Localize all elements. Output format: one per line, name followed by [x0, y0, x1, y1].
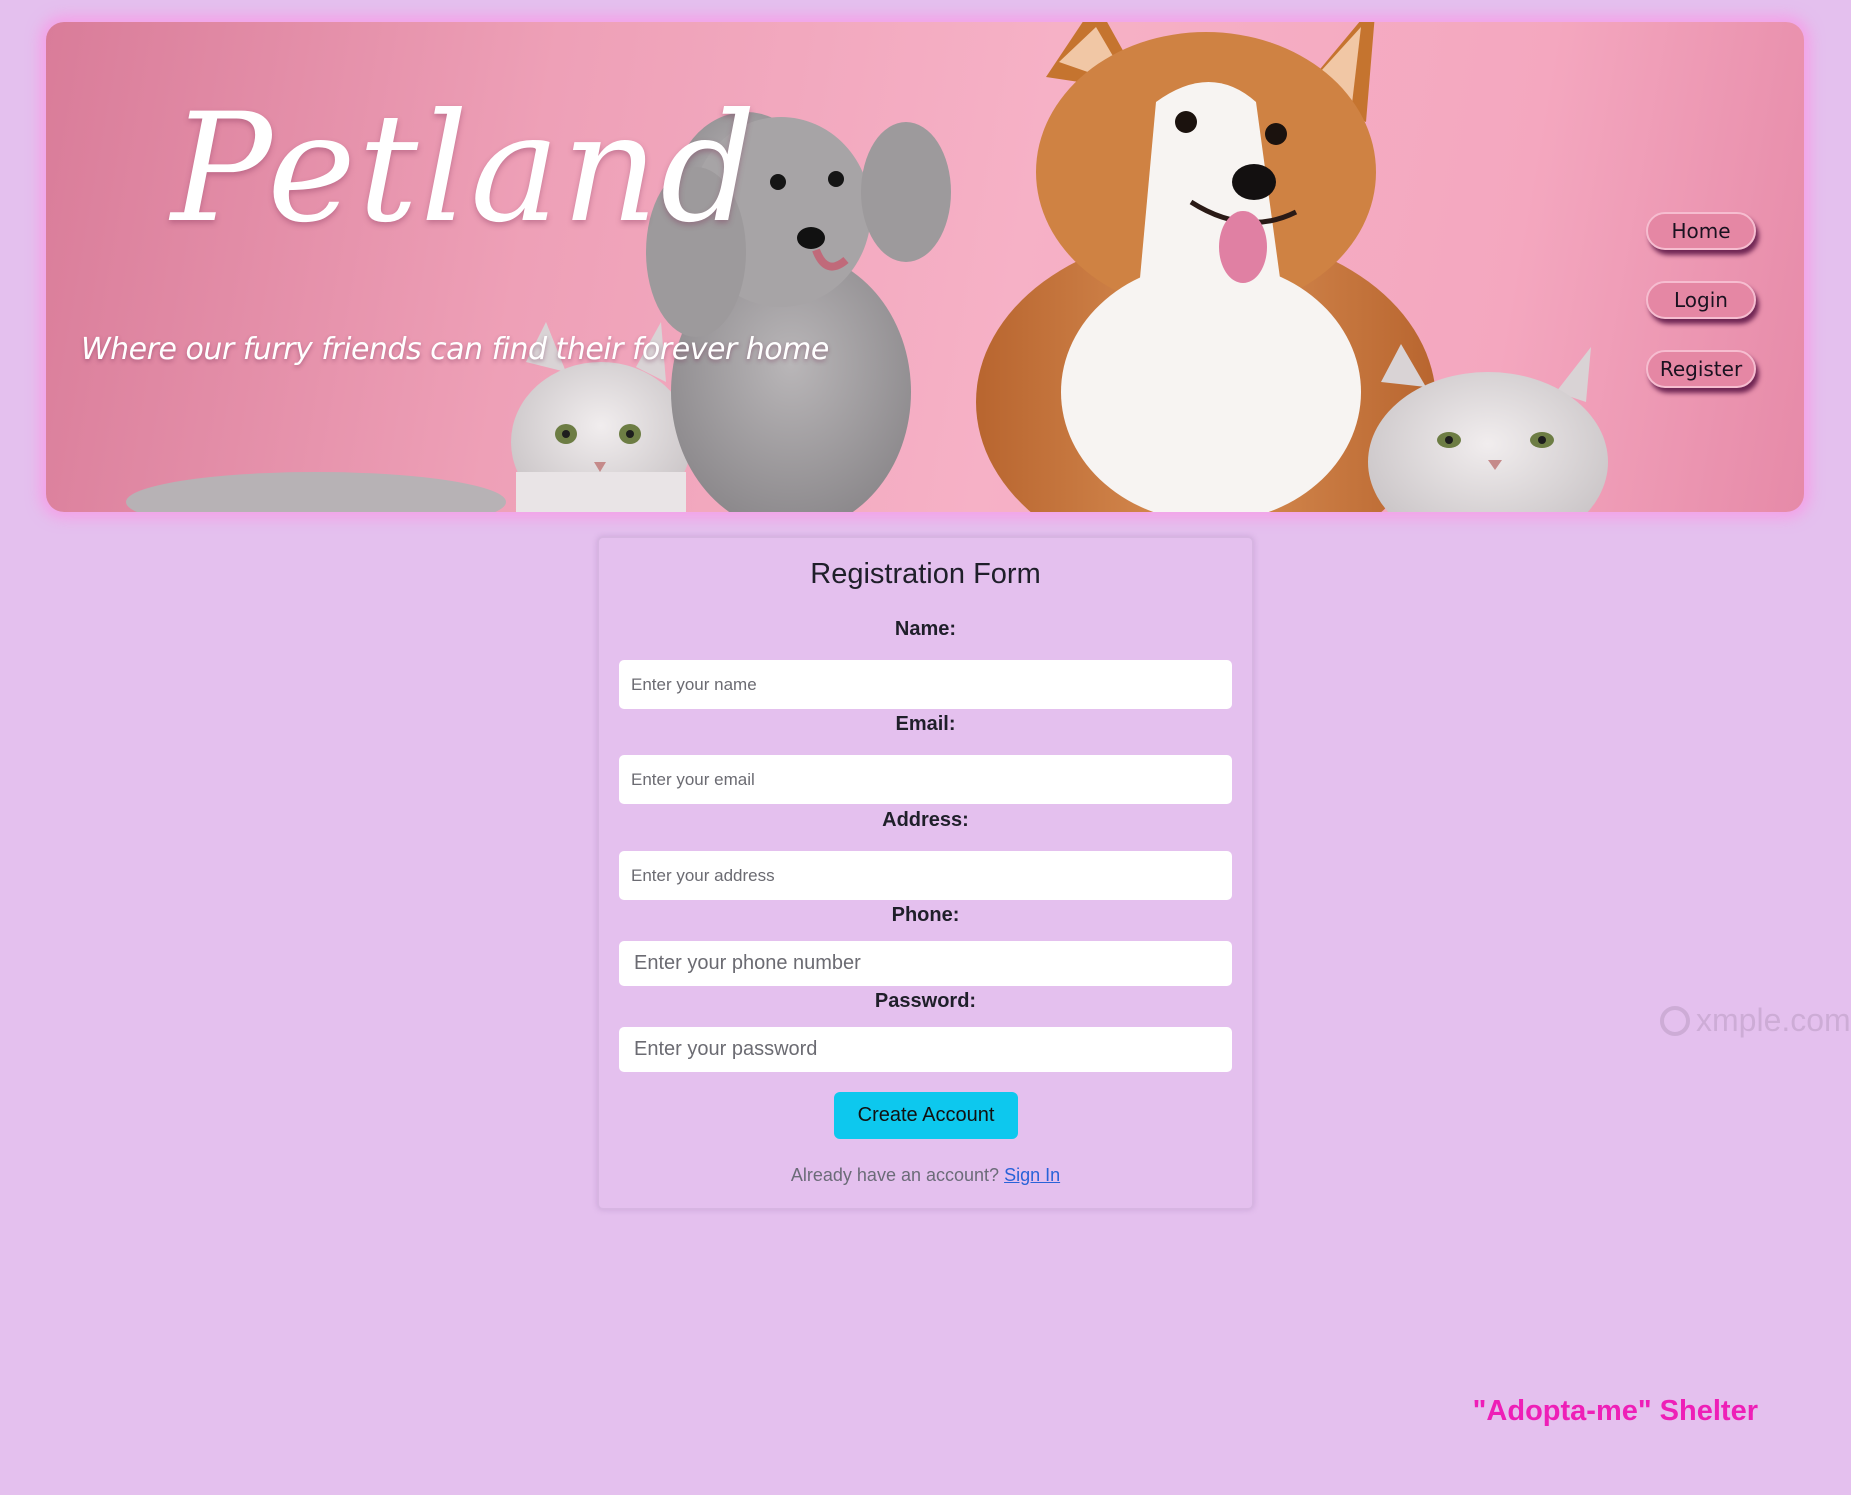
password-input[interactable]	[619, 1027, 1232, 1072]
phone-label: Phone:	[891, 904, 960, 926]
nav-home-button[interactable]: Home	[1646, 212, 1756, 250]
nav-register-button[interactable]: Register	[1646, 350, 1756, 388]
email-input[interactable]	[619, 755, 1232, 804]
nav-login-button[interactable]: Login	[1646, 281, 1756, 319]
corgi-illustration	[976, 22, 1436, 512]
registration-form: Registration Form Name: Email: Address: …	[597, 536, 1254, 1210]
create-account-button[interactable]: Create Account	[834, 1092, 1018, 1139]
address-label: Address:	[882, 809, 969, 831]
form-title: Registration Form	[810, 558, 1041, 590]
signin-prompt: Already have an account?	[790, 1165, 1000, 1185]
cat-right-illustration	[1368, 344, 1608, 512]
main-nav: Home Login Register	[1646, 212, 1756, 388]
address-input[interactable]	[619, 851, 1232, 900]
site-title: Petland	[171, 82, 759, 256]
name-label: Name:	[894, 618, 957, 640]
site-tagline: Where our furry friends can find their f…	[81, 332, 829, 367]
email-label: Email:	[895, 713, 956, 735]
hero-banner: Petland Where our furry friends can find…	[46, 22, 1804, 512]
name-input[interactable]	[619, 660, 1232, 709]
watermark-text: xmple.com	[1696, 1002, 1851, 1038]
footer-shelter-name: "Adopta-me" Shelter	[1472, 1395, 1758, 1427]
signin-row: Already have an account? Sign In	[599, 1165, 1252, 1186]
signin-link[interactable]: Sign In	[1004, 1165, 1060, 1185]
phone-input[interactable]	[619, 941, 1232, 986]
password-label: Password:	[874, 990, 977, 1012]
watermark-copyright-icon	[1660, 1005, 1690, 1036]
watermark: xmple.com	[1660, 1002, 1851, 1039]
